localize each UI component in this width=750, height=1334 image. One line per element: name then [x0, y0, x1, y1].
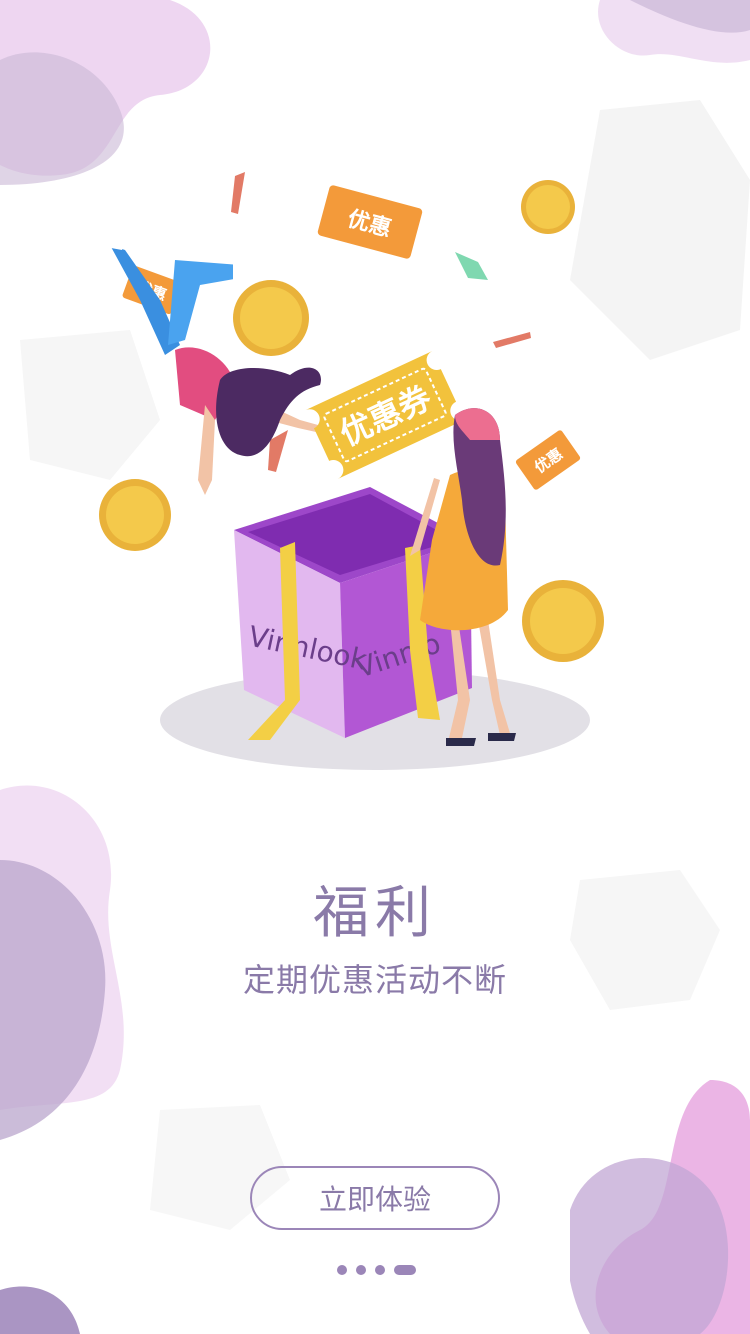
pagination-dot-active[interactable]	[394, 1265, 416, 1275]
rewards-illustration: 优惠 优惠 优惠 优惠券 Vinnlook Vinnlo	[99, 172, 604, 770]
pagination-dot[interactable]	[356, 1265, 366, 1275]
coupon-small: 优惠	[515, 430, 581, 490]
page-subtitle: 定期优惠活动不断	[242, 961, 507, 999]
coupon-large: 优惠券	[305, 350, 465, 480]
pagination-dots	[337, 1265, 416, 1275]
coin	[99, 479, 171, 551]
confetti	[493, 332, 531, 348]
coin	[521, 180, 575, 234]
coupon-small: 优惠	[317, 185, 423, 259]
page-title: 福利	[313, 881, 437, 946]
try-now-button[interactable]: 立即体验	[250, 1166, 500, 1230]
pagination-dot[interactable]	[375, 1265, 385, 1275]
falling-woman	[100, 238, 321, 495]
pagination-dot[interactable]	[337, 1265, 347, 1275]
coin	[233, 280, 309, 356]
confetti	[231, 172, 245, 214]
confetti	[455, 252, 488, 280]
coin	[522, 580, 604, 662]
